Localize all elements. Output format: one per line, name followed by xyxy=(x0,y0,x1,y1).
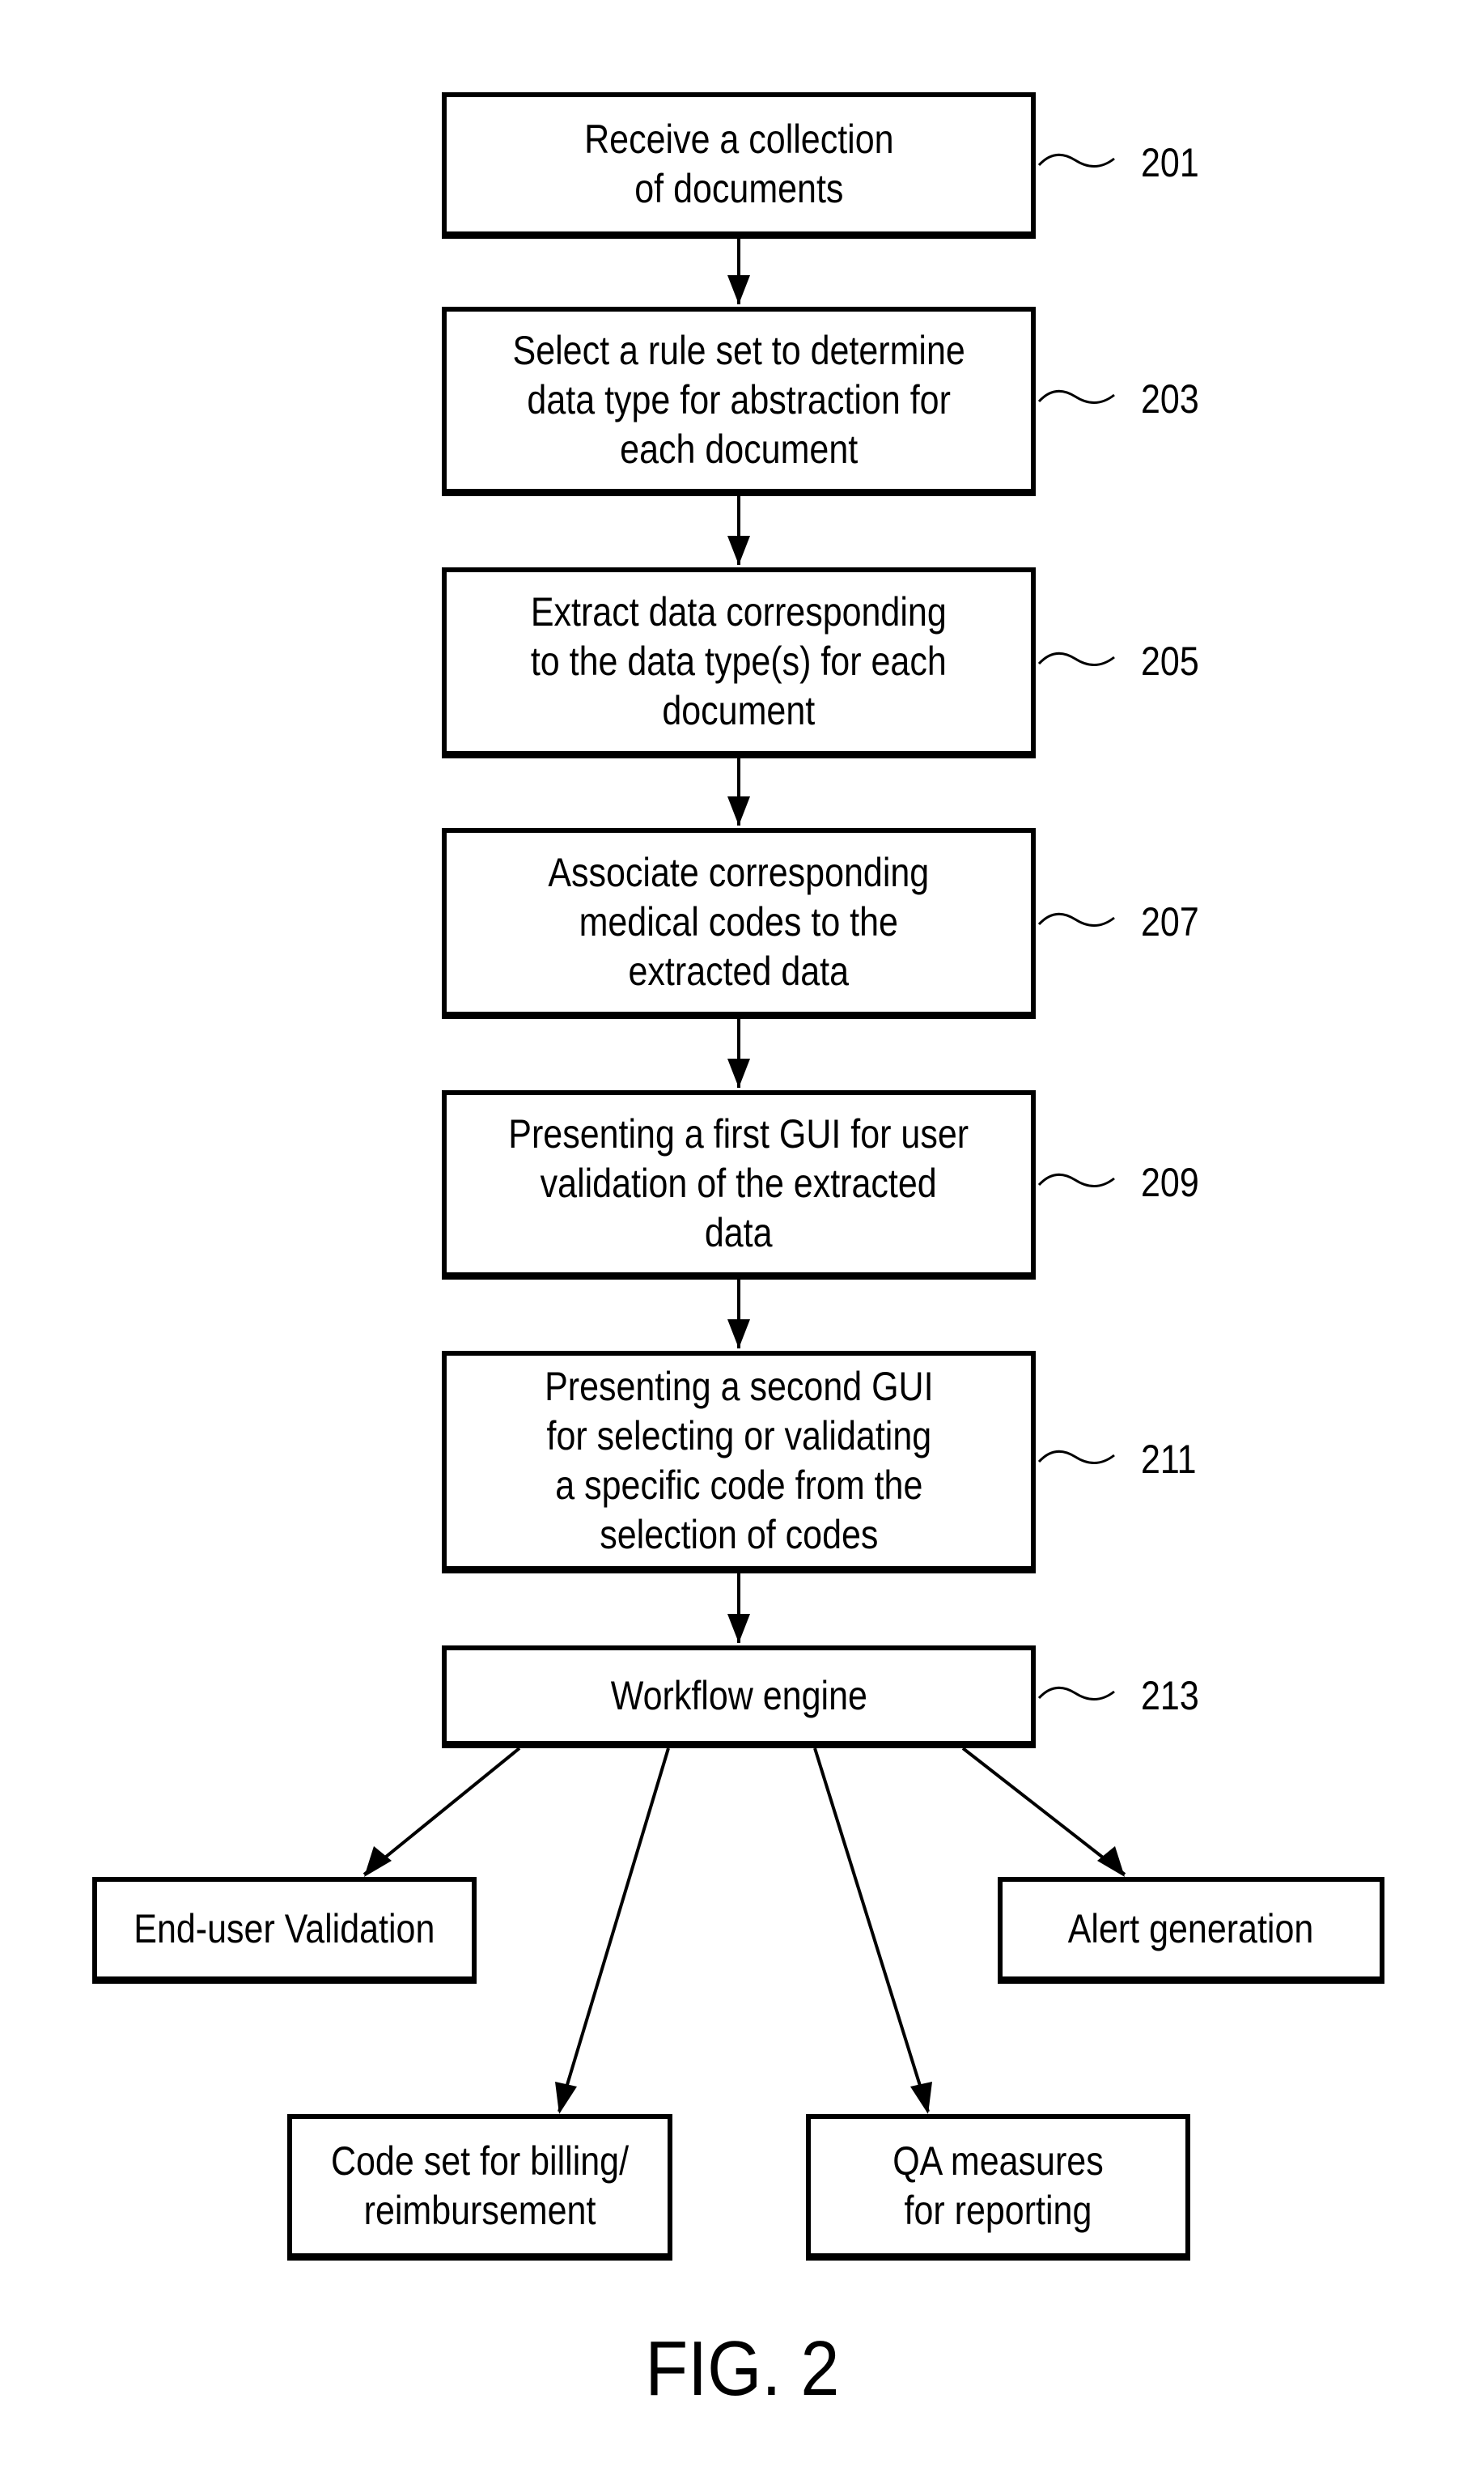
step-text: Presenting a first GUI for user validati… xyxy=(508,1111,969,1255)
step-text: Extract data corresponding to the data t… xyxy=(531,589,947,733)
step-201-box: Receive a collection of documents xyxy=(442,92,1036,239)
workflow-engine-box: Workflow engine xyxy=(442,1645,1036,1748)
arrowhead xyxy=(727,1059,750,1088)
output-text: End-user Validation xyxy=(134,1906,435,1951)
step-211-box: Presenting a second GUI for selecting or… xyxy=(442,1351,1036,1573)
arrowhead xyxy=(1097,1846,1125,1877)
step-209-box: Presenting a first GUI for user validati… xyxy=(442,1090,1036,1280)
ref-211: 211 xyxy=(1141,1437,1197,1482)
arrow-213-enduser xyxy=(363,1747,521,1876)
step-203-box: Select a rule set to determine data type… xyxy=(442,307,1036,496)
figure-caption-text: FIG. 2 xyxy=(644,2325,840,2412)
arrowhead xyxy=(727,1614,750,1643)
step-text: Associate corresponding medical codes to… xyxy=(548,850,930,994)
output-text: Alert generation xyxy=(1068,1906,1314,1951)
output-text: Code set for billing/ reimbursement xyxy=(330,2138,630,2233)
alert-generation-box: Alert generation xyxy=(998,1877,1384,1984)
output-text: QA measures for reporting xyxy=(893,2138,1104,2233)
ref-207: 207 xyxy=(1141,899,1199,945)
arrowhead xyxy=(727,1319,750,1348)
step-207-box: Associate corresponding medical codes to… xyxy=(442,828,1036,1019)
arrowhead xyxy=(727,275,750,304)
arrowhead xyxy=(727,536,750,565)
arrow-213-alert xyxy=(961,1747,1126,1876)
arrowhead xyxy=(364,1846,392,1877)
ref-201: 201 xyxy=(1141,140,1199,185)
arrow-213-qa xyxy=(813,1747,930,2112)
ref-209: 209 xyxy=(1141,1160,1199,1205)
step-text: Select a rule set to determine data type… xyxy=(512,328,965,472)
ref-203: 203 xyxy=(1141,376,1199,422)
figure-caption: FIG. 2 xyxy=(0,2325,1484,2414)
arrowhead xyxy=(727,796,750,826)
ref-213: 213 xyxy=(1141,1673,1199,1718)
step-text: Workflow engine xyxy=(610,1672,867,1718)
step-text: Receive a collection of documents xyxy=(583,117,894,211)
reference-leaders xyxy=(1037,153,1115,1700)
ref-205: 205 xyxy=(1141,639,1199,684)
step-205-box: Extract data corresponding to the data t… xyxy=(442,567,1036,758)
arrow-213-codeset xyxy=(558,1747,670,2112)
code-set-box: Code set for billing/ reimbursement xyxy=(287,2114,672,2261)
step-text: Presenting a second GUI for selecting or… xyxy=(544,1364,934,1557)
qa-measures-box: QA measures for reporting xyxy=(806,2114,1190,2261)
end-user-validation-box: End-user Validation xyxy=(92,1877,477,1984)
